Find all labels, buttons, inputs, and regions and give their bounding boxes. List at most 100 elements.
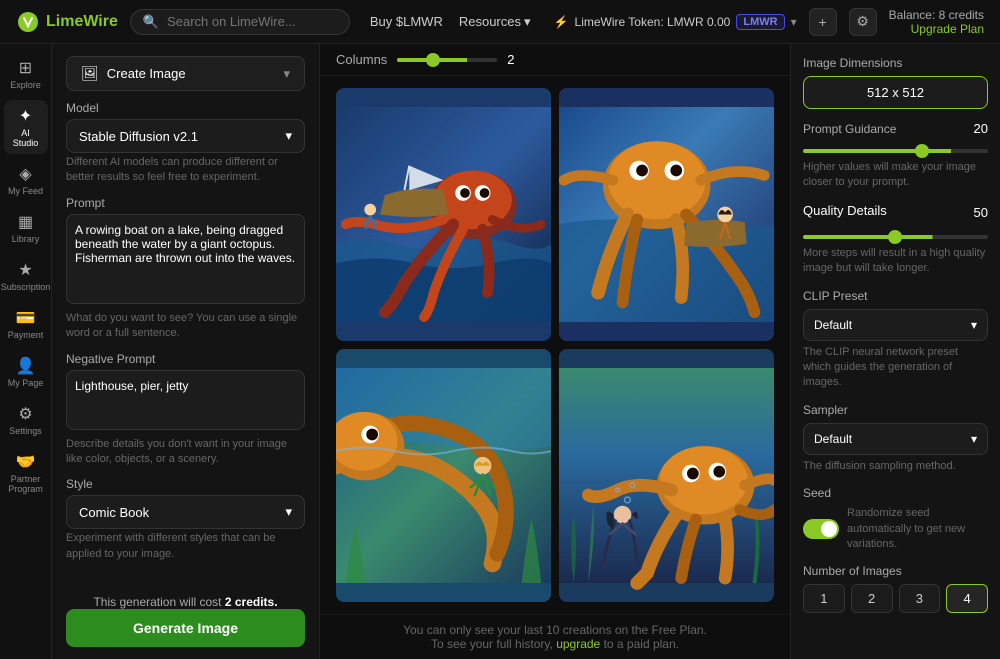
prompt-guidance-label: Prompt Guidance <box>803 122 896 136</box>
style-hint: Experiment with different styles that ca… <box>66 531 305 562</box>
num-images-label: Number of Images <box>803 564 988 578</box>
seed-hint: Randomize seed automatically to get new … <box>847 506 988 552</box>
image-4-svg <box>559 349 774 602</box>
cost-text: This generation will cost 2 credits. <box>66 595 305 609</box>
cost-credits: 2 credits. <box>225 595 278 609</box>
create-image-button[interactable]: 🖼 Create Image ▾ <box>66 56 305 91</box>
sidebar-item-label-subscription: Subscription <box>1 282 51 292</box>
search-bar[interactable]: 🔍 <box>130 9 350 35</box>
topnav: LimeWire 🔍 Buy $LMWR Resources ▾ ⚡ LimeW… <box>0 0 1000 44</box>
main-layout: ⊞ Explore ✦ AI Studio ◈ My Feed ▦ Librar… <box>0 44 1000 659</box>
sidebar-item-library[interactable]: ▦ Library <box>4 206 48 250</box>
sidebar-item-label-ai-studio: AI Studio <box>8 128 44 148</box>
lightning-icon: ⚡ <box>554 15 569 29</box>
sidebar-item-label-library: Library <box>12 234 40 244</box>
dimensions-label: Image Dimensions <box>803 56 988 70</box>
sidebar-item-my-feed[interactable]: ◈ My Feed <box>4 158 48 202</box>
columns-label: Columns <box>336 52 387 67</box>
columns-slider[interactable] <box>397 58 497 62</box>
clip-preset-label: CLIP Preset <box>803 289 988 303</box>
icon-nav: ⊞ Explore ✦ AI Studio ◈ My Feed ▦ Librar… <box>0 44 52 659</box>
seed-section: Seed Randomize seed automatically to get… <box>803 486 988 552</box>
subscription-icon: ★ <box>18 260 32 280</box>
logo-text: LimeWire <box>46 13 118 31</box>
num-images-section: Number of Images 1 2 3 4 <box>803 564 988 613</box>
model-section: Model Stable Diffusion v2.1 ▾ Different … <box>66 101 305 186</box>
sampler-label: Sampler <box>803 403 988 417</box>
lmwr-badge: LMWR <box>736 14 784 30</box>
settings-icon: ⚙ <box>18 404 32 424</box>
sidebar-item-label-partner: Partner Program <box>8 474 44 494</box>
generated-image-1[interactable] <box>336 88 551 341</box>
seed-toggle[interactable] <box>803 519 839 539</box>
sidebar-item-payment[interactable]: 💳 Payment <box>4 302 48 346</box>
image-3-svg <box>336 349 551 602</box>
num-images-3-button[interactable]: 3 <box>899 584 941 613</box>
quality-section: Quality Details 50 More steps will resul… <box>803 203 988 277</box>
style-section: Style Comic Book ▾ Experiment with diffe… <box>66 477 305 562</box>
image-2-svg <box>559 88 774 341</box>
sidebar-item-label-settings: Settings <box>9 426 42 436</box>
style-dropdown[interactable]: Comic Book ▾ <box>66 495 305 529</box>
neg-prompt-input[interactable]: Lighthouse, pier, jetty <box>66 370 305 430</box>
image-1-svg <box>336 88 551 341</box>
clip-preset-dropdown[interactable]: Default ▾ <box>803 309 988 341</box>
num-images-1-button[interactable]: 1 <box>803 584 845 613</box>
balance-label: Balance: 8 credits <box>889 8 984 22</box>
prompt-section: Prompt A rowing boat on a lake, being dr… <box>66 196 305 342</box>
generate-button[interactable]: Generate Image <box>66 609 305 647</box>
dimension-button[interactable]: 512 x 512 <box>803 76 988 109</box>
generated-image-3[interactable] <box>336 349 551 602</box>
model-label: Model <box>66 101 305 115</box>
upgrade-link[interactable]: upgrade <box>556 637 600 651</box>
sidebar-item-label-explore: Explore <box>10 80 41 90</box>
generated-image-2[interactable] <box>559 88 774 341</box>
quality-slider[interactable] <box>803 235 988 239</box>
search-input[interactable] <box>167 14 327 29</box>
buy-lmwr-link[interactable]: Buy $LMWR <box>370 14 443 29</box>
quality-details-label: Quality Details <box>803 203 887 218</box>
prompt-guidance-section: Prompt Guidance 20 Higher values will ma… <box>803 121 988 191</box>
sidebar-item-label-my-feed: My Feed <box>8 186 43 196</box>
num-images-4-button[interactable]: 4 <box>946 584 988 613</box>
image-dimensions-section: Image Dimensions 512 x 512 <box>803 56 988 109</box>
upgrade-plan-link[interactable]: Upgrade Plan <box>911 22 984 36</box>
sidebar-item-explore[interactable]: ⊞ Explore <box>4 52 48 96</box>
columns-bar: Columns 2 <box>320 44 790 76</box>
clip-preset-section: CLIP Preset Default ▾ The CLIP neural ne… <box>803 289 988 391</box>
sidebar-item-partner[interactable]: 🤝 Partner Program <box>4 446 48 500</box>
ai-studio-icon: ✦ <box>19 106 32 126</box>
resources-link[interactable]: Resources ▾ <box>459 14 531 30</box>
my-feed-icon: ◈ <box>19 164 31 184</box>
model-hint: Different AI models can produce differen… <box>66 155 305 186</box>
prompt-guidance-hint: Higher values will make your image close… <box>803 160 988 191</box>
sampler-dropdown[interactable]: Default ▾ <box>803 423 988 455</box>
prompt-guidance-slider[interactable] <box>803 149 988 153</box>
seed-label: Seed <box>803 486 988 500</box>
clip-preset-hint: The CLIP neural network preset which gui… <box>803 345 988 391</box>
nav-links: Buy $LMWR Resources ▾ <box>370 14 531 30</box>
prompt-label: Prompt <box>66 196 305 210</box>
center-panel: Columns 2 <box>320 44 790 659</box>
add-btn[interactable]: + <box>809 8 837 36</box>
explore-icon: ⊞ <box>19 58 32 78</box>
sidebar-item-settings[interactable]: ⚙ Settings <box>4 398 48 442</box>
sidebar-item-my-page[interactable]: 👤 My Page <box>4 350 48 394</box>
model-dropdown[interactable]: Stable Diffusion v2.1 ▾ <box>66 119 305 153</box>
partner-icon: 🤝 <box>16 452 36 472</box>
sidebar-item-ai-studio[interactable]: ✦ AI Studio <box>4 100 48 154</box>
generate-section: This generation will cost 2 credits. Gen… <box>66 595 305 647</box>
generated-image-4[interactable] <box>559 349 774 602</box>
token-badge: ⚡ LimeWire Token: LMWR 0.00 LMWR ▾ <box>554 14 797 30</box>
search-icon: 🔍 <box>143 14 159 30</box>
seed-row: Randomize seed automatically to get new … <box>803 506 988 552</box>
sidebar-item-subscription[interactable]: ★ Subscription <box>4 254 48 298</box>
prompt-input[interactable]: A rowing boat on a lake, being dragged b… <box>66 214 305 304</box>
settings-icon-btn[interactable]: ⚙ <box>849 8 877 36</box>
columns-value: 2 <box>507 52 514 67</box>
style-value: Comic Book <box>79 505 149 520</box>
chevron-down-icon: ▾ <box>791 15 797 29</box>
clip-preset-chevron-icon: ▾ <box>971 318 977 332</box>
sampler-value: Default <box>814 432 852 446</box>
num-images-2-button[interactable]: 2 <box>851 584 893 613</box>
